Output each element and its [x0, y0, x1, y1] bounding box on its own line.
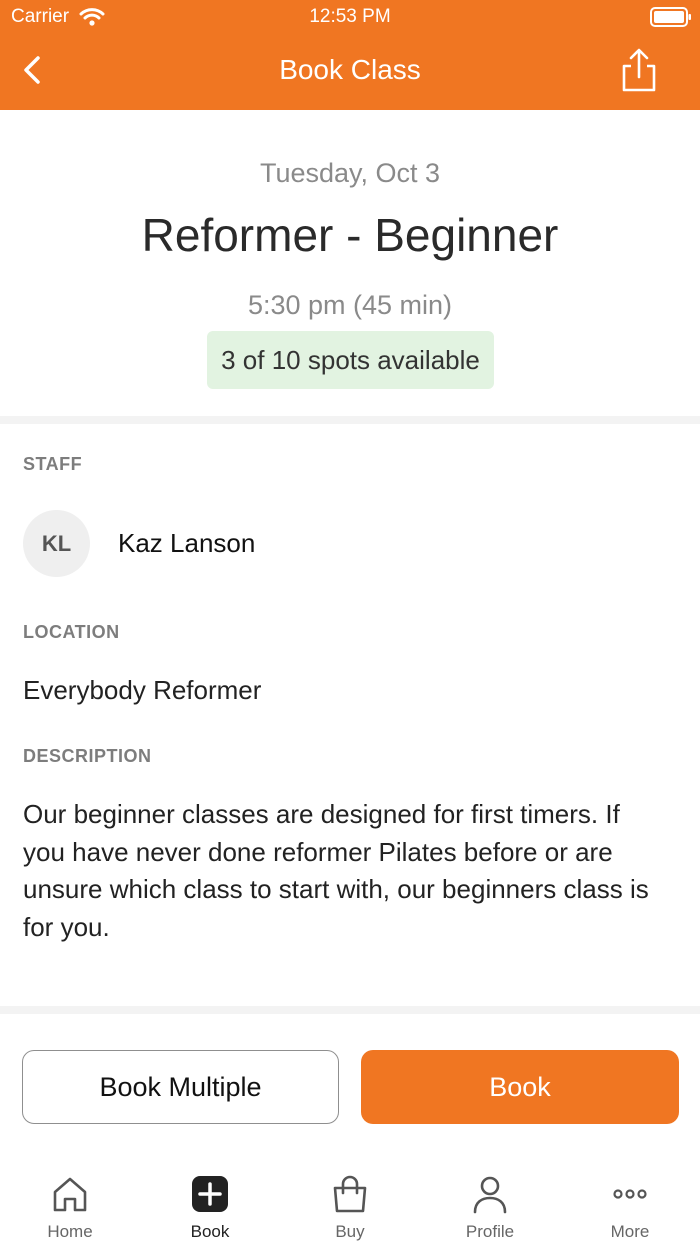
- more-dots-icon: [613, 1189, 647, 1199]
- avatar: KL: [23, 510, 90, 577]
- tab-buy-label: Buy: [335, 1222, 365, 1241]
- status-time: 12:53 PM: [309, 6, 391, 27]
- tab-more[interactable]: More: [560, 1150, 700, 1244]
- home-icon: [53, 1177, 87, 1212]
- class-header: Tuesday, Oct 3 Reformer - Beginner 5:30 …: [0, 110, 700, 416]
- tab-home-label: Home: [47, 1222, 93, 1241]
- tab-profile[interactable]: Profile: [420, 1150, 560, 1244]
- share-icon[interactable]: [618, 46, 660, 96]
- book-multiple-button[interactable]: Book Multiple: [22, 1050, 339, 1124]
- class-title: Reformer - Beginner: [141, 209, 559, 261]
- tab-bar: Home Book Buy Profile More: [0, 1150, 700, 1244]
- person-icon: [473, 1176, 507, 1214]
- location-name: Everybody Reformer: [23, 675, 262, 705]
- section-divider: [0, 1006, 700, 1014]
- status-bar: Carrier 12:53 PM: [0, 0, 700, 34]
- top-bar: Carrier 12:53 PM Book Class: [0, 0, 700, 110]
- description-label: DESCRIPTION: [23, 746, 152, 766]
- class-time: 5:30 pm (45 min): [247, 290, 453, 320]
- tab-book[interactable]: Book: [140, 1150, 280, 1244]
- tab-buy[interactable]: Buy: [280, 1150, 420, 1244]
- staff-label: STAFF: [23, 454, 83, 474]
- tab-home[interactable]: Home: [0, 1150, 140, 1244]
- book-button[interactable]: Book: [361, 1050, 679, 1124]
- description-text: Our beginner classes are designed for fi…: [23, 799, 649, 942]
- battery-icon: [650, 7, 691, 27]
- tab-profile-label: Profile: [465, 1222, 515, 1241]
- plus-square-icon: [192, 1176, 228, 1212]
- shopping-bag-icon: [333, 1175, 367, 1213]
- section-divider: [0, 416, 700, 424]
- tab-book-label: Book: [190, 1222, 230, 1241]
- staff-name: Kaz Lanson: [118, 528, 256, 558]
- location-label: LOCATION: [23, 622, 120, 642]
- nav-title: Book Class: [279, 54, 421, 85]
- spots-available-badge: 3 of 10 spots available: [207, 331, 494, 389]
- class-date: Tuesday, Oct 3: [259, 158, 441, 188]
- tab-more-label: More: [610, 1222, 650, 1241]
- nav-bar: Book Class: [0, 34, 700, 110]
